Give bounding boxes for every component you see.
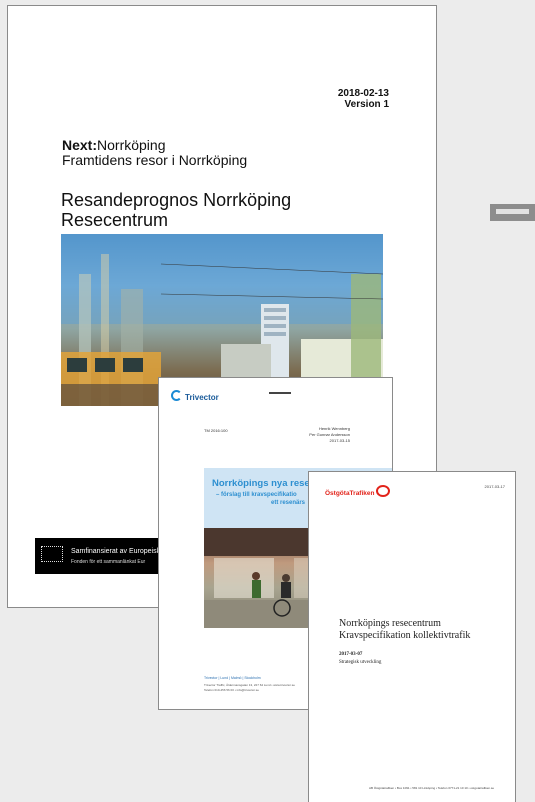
document-title: Norrköpings resecentrum Kravspecifikatio… xyxy=(339,618,471,641)
report-subheadline: – förslag till kravspecifikatio ett rese… xyxy=(216,492,306,506)
eu-line-1: Samfinansierat av Europeiska xyxy=(71,548,164,555)
ostgotatrafiken-logo: ÖstgötaTrafiken xyxy=(325,485,391,497)
report-headline: Norrköpings nya rese xyxy=(212,478,310,489)
document-subtitle: Strategisk utveckling xyxy=(339,660,382,665)
footer-address: Trivector Traffic, Åldermansgatan 13, 22… xyxy=(204,683,295,692)
document-date: 2017-03-17 xyxy=(484,484,505,489)
brand-tagline: Framtidens resor i Norrköping xyxy=(62,152,248,168)
connector-bar xyxy=(490,204,535,221)
norrkoping-logo-icon xyxy=(269,392,291,401)
document-sub-date: 2017-03-07 xyxy=(339,652,363,657)
document-footer: AB Östgötatrafiken • Box 1091 • 581 10 L… xyxy=(369,786,495,790)
report-date: 2018-02-13 xyxy=(337,88,389,99)
trivector-logo: Trivector xyxy=(171,390,219,402)
trivector-logo-icon xyxy=(171,390,182,401)
report-cover-ostgotatrafiken[interactable]: ÖstgötaTrafiken 2017-03-17 Norrköpings r… xyxy=(308,471,516,802)
eu-line-2: Fonden för ett sammanlänkat Eur xyxy=(71,559,146,565)
report-title: Resandeprognos Norrköping Resecentrum xyxy=(61,190,292,230)
next-norrkoping-logo: Next:Norrköping xyxy=(62,137,166,153)
report-date-version: 2018-02-13 Version 1 xyxy=(338,88,389,110)
report-version: Version 1 xyxy=(344,99,389,110)
ostgotatrafiken-logo-icon xyxy=(376,485,391,497)
report-reference: TM 2016:100 xyxy=(204,428,228,433)
eu-flag-icon xyxy=(41,546,63,562)
report-authors: Henrik Wennberg Per Gunnar Andersson 201… xyxy=(309,426,350,443)
footer-links: Trivector | Lund | Malmö | Stockholm xyxy=(204,676,261,680)
